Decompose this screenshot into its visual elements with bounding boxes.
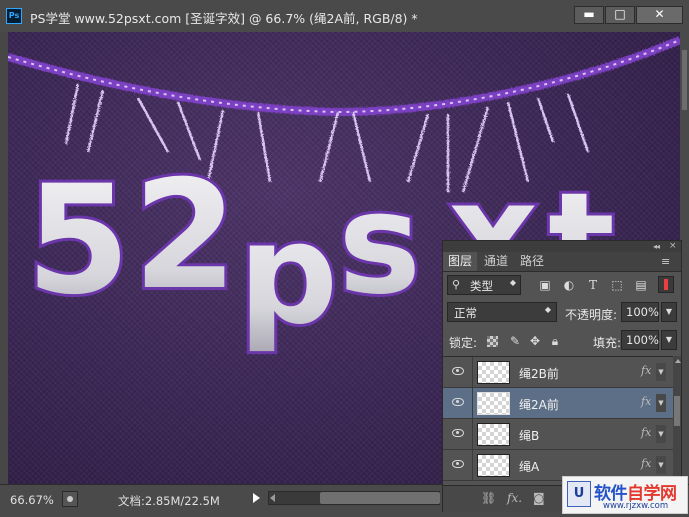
expand-effects-icon[interactable]: ▼ bbox=[656, 456, 666, 474]
divider bbox=[472, 419, 473, 450]
scroll-up-arrow-icon[interactable] bbox=[675, 359, 681, 363]
svg-text:5: 5 bbox=[26, 154, 130, 328]
panel-close-icon[interactable]: × bbox=[669, 241, 677, 252]
mask-icon[interactable]: ◙ bbox=[533, 491, 545, 505]
layer-name: 绳2A前 bbox=[519, 398, 559, 412]
smartobject-filter-icon[interactable]: ▤ bbox=[633, 277, 649, 293]
watermark-logo: U bbox=[567, 481, 591, 507]
layer-row-selected[interactable]: 绳2A前 fx ▼ bbox=[443, 388, 673, 419]
expand-effects-icon[interactable]: ▼ bbox=[656, 425, 666, 443]
layer-list: 绳2B前 fx ▼ 绳2A前 fx ▼ 绳B fx ▼ 绳A fx ▼ bbox=[443, 356, 673, 485]
minimize-button[interactable]: ▬ bbox=[574, 6, 604, 24]
fill-field[interactable]: 100% bbox=[621, 330, 659, 350]
updown-arrow-icon: ◆ bbox=[544, 305, 551, 314]
opacity-dropdown-button[interactable]: ▼ bbox=[661, 302, 677, 322]
lock-row: 锁定: ✎ ✥ 🔒︎ 填充: 100% ▼ bbox=[443, 329, 681, 353]
zoom-level[interactable]: 66.67% bbox=[10, 493, 54, 507]
tab-layers[interactable]: 图层 bbox=[443, 252, 477, 271]
status-menu-button[interactable] bbox=[248, 489, 266, 509]
panel-tabs: 图层 通道 路径 ≡ bbox=[443, 252, 681, 272]
expand-effects-icon[interactable]: ▼ bbox=[656, 363, 666, 381]
filter-kind-select[interactable]: ⚲ 类型 ◆ bbox=[447, 275, 521, 295]
canvas-vertical-scrollbar[interactable] bbox=[682, 50, 687, 110]
add-style-icon[interactable]: fx. bbox=[507, 491, 522, 505]
adjustment-filter-icon[interactable]: ◐ bbox=[561, 277, 577, 293]
panel-header-strip: ◂◂ × bbox=[443, 241, 681, 252]
search-icon: ⚲ bbox=[452, 278, 461, 291]
close-button[interactable]: ✕ bbox=[636, 6, 683, 24]
blend-mode-value: 正常 bbox=[454, 306, 477, 320]
expand-effects-icon[interactable]: ▼ bbox=[656, 394, 666, 412]
collapse-icon[interactable]: ◂◂ bbox=[653, 241, 660, 252]
filter-toggle[interactable] bbox=[658, 276, 674, 293]
opacity-label: 不透明度: bbox=[565, 308, 618, 322]
fill-label: 填充: bbox=[593, 336, 622, 350]
opacity-field[interactable]: 100% bbox=[621, 302, 659, 322]
blend-row: 正常 ◆ 不透明度: 100% ▼ bbox=[443, 301, 681, 325]
maximize-button[interactable]: □ bbox=[605, 6, 635, 24]
filter-kind-label: 类型 bbox=[470, 279, 493, 293]
document-info: 文档:2.85M/22.5M bbox=[118, 494, 220, 508]
layer-thumbnail bbox=[477, 392, 510, 415]
photoshop-logo-icon: Ps bbox=[6, 8, 22, 24]
play-arrow-icon bbox=[253, 493, 260, 503]
panel-menu-icon[interactable]: ≡ bbox=[661, 255, 670, 268]
rope-main bbox=[8, 36, 680, 117]
fx-icon[interactable]: fx bbox=[641, 395, 651, 408]
divider bbox=[472, 450, 473, 481]
layer-row[interactable]: 绳B fx ▼ bbox=[443, 419, 673, 450]
divider bbox=[472, 388, 473, 419]
fill-value: 100% bbox=[626, 333, 659, 347]
layer-thumbnail bbox=[477, 423, 510, 446]
layer-name: 绳2B前 bbox=[519, 367, 559, 381]
type-filter-icon[interactable]: T bbox=[585, 277, 601, 293]
layers-panel: ◂◂ × 图层 通道 路径 ≡ ⚲ 类型 ◆ ▣ ◐ T ⬚ ▤ 正常 ◆ 不透… bbox=[442, 240, 682, 512]
site-watermark: U 软件自学网 www.rjzxw.com bbox=[562, 476, 688, 514]
fx-icon[interactable]: fx bbox=[641, 364, 651, 377]
photoshop-window: Ps PS学堂 www.52psxt.com [圣诞字效] @ 66.7% (绳… bbox=[0, 0, 689, 517]
layer-thumbnail bbox=[477, 361, 510, 384]
layer-name: 绳A bbox=[519, 460, 540, 474]
lock-position-icon[interactable]: ✥ bbox=[527, 333, 543, 349]
tab-channels[interactable]: 通道 bbox=[479, 252, 513, 271]
watermark-url: www.rjzxw.com bbox=[603, 501, 669, 511]
fx-icon[interactable]: fx bbox=[641, 457, 651, 470]
layer-row[interactable]: 绳2B前 fx ▼ bbox=[443, 357, 673, 388]
lock-transparency-icon[interactable] bbox=[487, 336, 498, 347]
svg-text:s: s bbox=[338, 163, 421, 326]
link-icon[interactable]: ⛓ bbox=[481, 491, 496, 505]
layer-list-scroll-thumb[interactable] bbox=[674, 396, 680, 426]
visibility-eye-icon[interactable] bbox=[452, 367, 464, 375]
proof-setup-icon[interactable] bbox=[62, 491, 78, 507]
filter-row: ⚲ 类型 ◆ ▣ ◐ T ⬚ ▤ bbox=[443, 273, 681, 297]
left-frame bbox=[0, 32, 8, 484]
lock-all-icon[interactable]: 🔒︎ bbox=[547, 333, 563, 349]
divider bbox=[472, 357, 473, 388]
fill-dropdown-button[interactable]: ▼ bbox=[661, 330, 677, 350]
lock-label: 锁定: bbox=[449, 336, 478, 350]
visibility-eye-icon[interactable] bbox=[452, 460, 464, 468]
visibility-eye-icon[interactable] bbox=[452, 398, 464, 406]
updown-arrow-icon: ◆ bbox=[509, 278, 516, 287]
horizontal-scroll-thumb[interactable] bbox=[320, 492, 440, 504]
document-title: PS学堂 www.52psxt.com [圣诞字效] @ 66.7% (绳2A前… bbox=[30, 11, 418, 26]
title-bar: Ps PS学堂 www.52psxt.com [圣诞字效] @ 66.7% (绳… bbox=[0, 0, 689, 33]
svg-text:2: 2 bbox=[133, 149, 237, 323]
tab-paths[interactable]: 路径 bbox=[515, 252, 549, 271]
fx-icon[interactable]: fx bbox=[641, 426, 651, 439]
layer-thumbnail bbox=[477, 454, 510, 477]
scroll-left-arrow-icon[interactable] bbox=[270, 494, 275, 502]
shape-filter-icon[interactable]: ⬚ bbox=[609, 277, 625, 293]
svg-text:p: p bbox=[238, 193, 338, 356]
opacity-value: 100% bbox=[626, 305, 659, 319]
layer-name: 绳B bbox=[519, 429, 540, 443]
image-filter-icon[interactable]: ▣ bbox=[537, 277, 553, 293]
lock-image-icon[interactable]: ✎ bbox=[507, 333, 523, 349]
visibility-eye-icon[interactable] bbox=[452, 429, 464, 437]
blend-mode-select[interactable]: 正常 ◆ bbox=[447, 302, 557, 322]
